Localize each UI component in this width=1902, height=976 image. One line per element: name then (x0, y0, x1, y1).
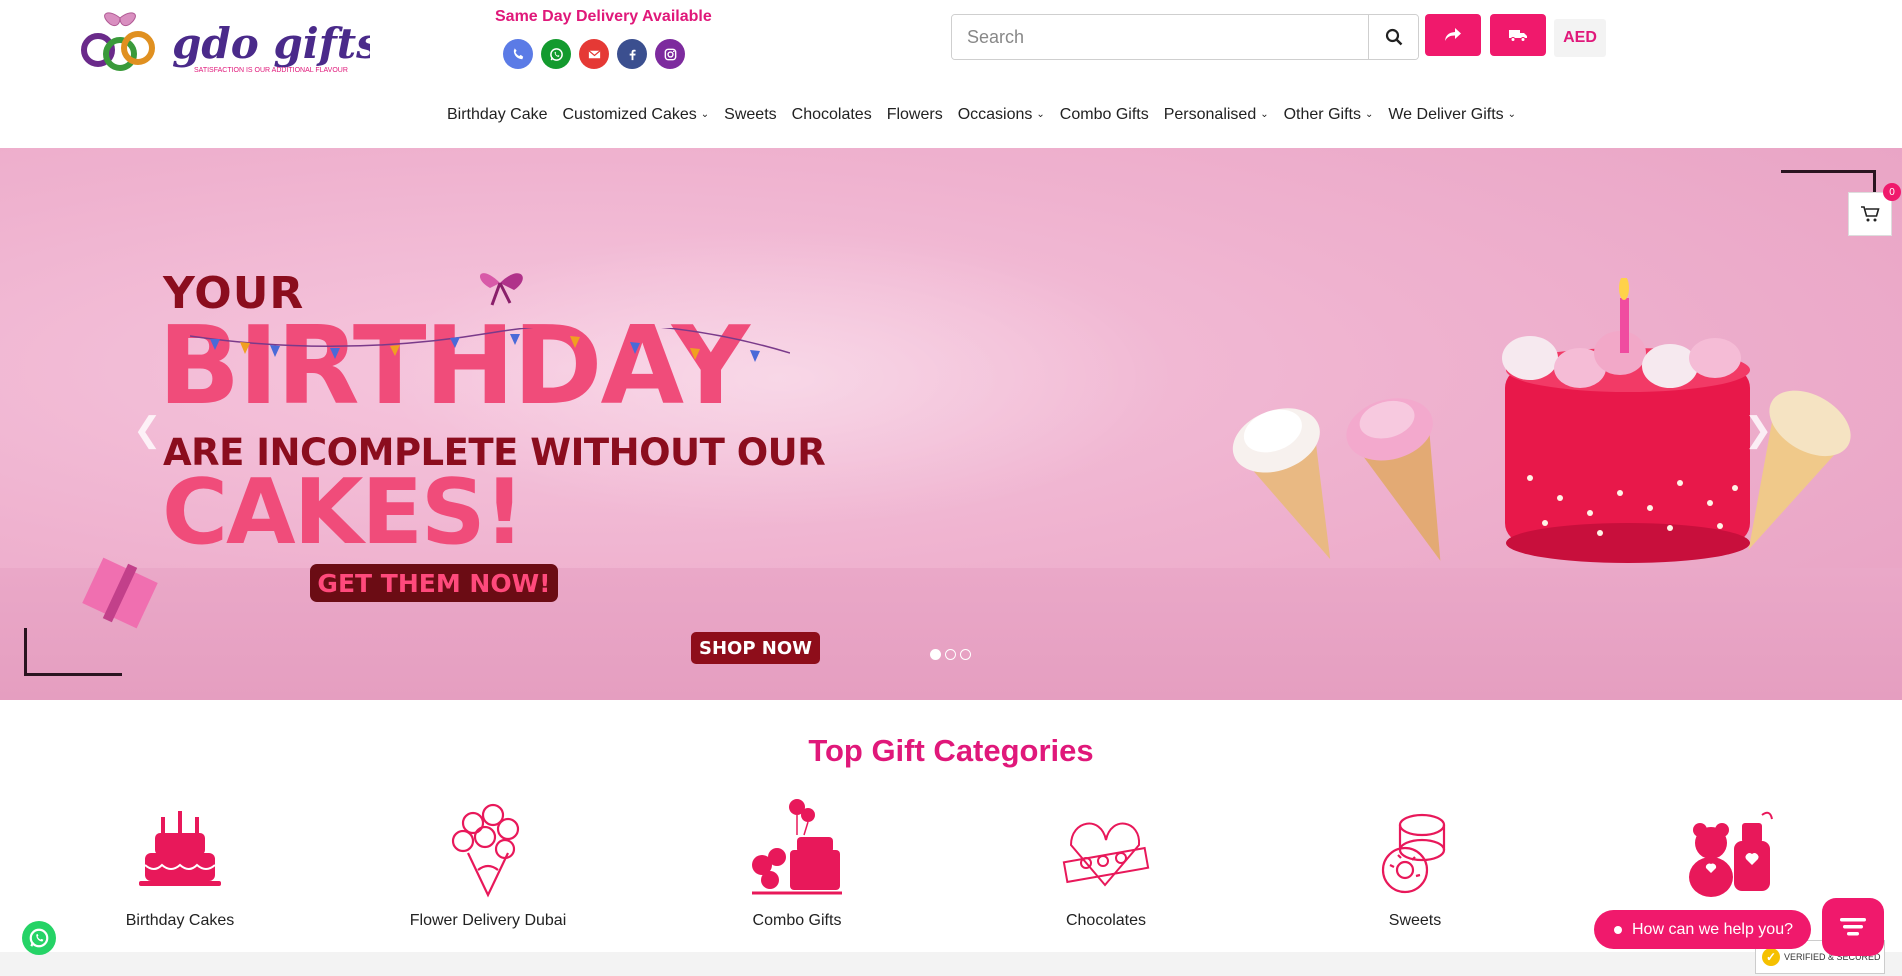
birthday-cake-icon (139, 811, 221, 886)
whatsapp-icon (29, 928, 49, 948)
instagram-icon[interactable] (655, 39, 685, 69)
footer-strip (0, 952, 1902, 976)
same-day-delivery-note: Same Day Delivery Available (495, 8, 712, 25)
hero-banner[interactable]: YOUR BIRTHDAY ARE INCOMPLETE WITHOUT OUR… (0, 148, 1902, 700)
category-sweets[interactable]: Sweets (1305, 795, 1525, 930)
shop-now-button[interactable]: SHOP NOW (691, 632, 820, 664)
search-input[interactable] (952, 15, 1368, 59)
search-button[interactable] (1368, 15, 1418, 59)
get-them-now-button[interactable]: GET THEM NOW! (310, 564, 558, 602)
share-arrow-icon (1445, 28, 1461, 41)
search-icon (1385, 28, 1402, 46)
menu-icon (1840, 918, 1866, 936)
flower-bouquet-icon (451, 803, 520, 898)
chevron-down-icon: ⌄ (1364, 108, 1374, 120)
hero-line-cakes: CAKES! (162, 460, 525, 565)
truck-icon (1509, 30, 1527, 42)
bunting-decoration (190, 328, 790, 362)
category-label: Sweets (1388, 912, 1442, 929)
category-combo-gifts[interactable]: Combo Gifts (687, 795, 907, 930)
nav-flowers[interactable]: Flowers (887, 106, 943, 124)
currency-selector[interactable]: AED (1554, 19, 1606, 57)
nav-we-deliver-gifts[interactable]: We Deliver Gifts ⌄ (1388, 106, 1516, 124)
frame-bracket-top (1781, 170, 1876, 194)
search-bar (951, 14, 1419, 60)
category-label: Chocolates (1065, 912, 1147, 929)
logo-tagline: SATISFACTION IS OUR ADDITIONAL FLAVOUR (194, 67, 348, 74)
category-chocolates[interactable]: Chocolates (996, 795, 1216, 930)
site-header: gdo gifts SATISFACTION IS OUR ADDITIONAL… (0, 0, 1902, 148)
whatsapp-icon[interactable] (541, 39, 571, 69)
chat-menu-button[interactable] (1822, 898, 1884, 956)
cake-illustration (1232, 278, 1851, 563)
carousel-dot-2[interactable] (945, 649, 956, 660)
cart-icon (1861, 206, 1880, 222)
nav-combo-gifts[interactable]: Combo Gifts (1060, 106, 1149, 124)
nav-customized-cakes[interactable]: Customized Cakes ⌄ (563, 106, 710, 124)
ribbon-decoration (479, 273, 523, 306)
cart-count-badge: 0 (1883, 183, 1901, 201)
social-links (503, 39, 685, 69)
combo-gift-icon (752, 799, 842, 895)
nav-sweets[interactable]: Sweets (724, 106, 776, 124)
checkmark-icon: ✓ (1762, 948, 1780, 966)
nav-birthday-cake[interactable]: Birthday Cake (447, 106, 548, 124)
carousel-dot-3[interactable] (960, 649, 971, 660)
carousel-next-arrow[interactable]: ❯ (1744, 410, 1773, 450)
carousel-dots (930, 649, 971, 660)
whatsapp-float-button[interactable] (22, 921, 56, 955)
logo-text: gdo gifts (172, 19, 370, 68)
category-label: Combo Gifts (752, 912, 842, 929)
category-flower-delivery[interactable]: Flower Delivery Dubai (378, 795, 598, 930)
sweets-icon (1381, 813, 1446, 894)
category-label: Flower Delivery Dubai (409, 912, 567, 929)
nav-occasions[interactable]: Occasions ⌄ (958, 106, 1045, 124)
chat-help-button[interactable]: How can we help you? (1594, 910, 1811, 949)
phone-icon[interactable] (503, 39, 533, 69)
email-icon[interactable] (579, 39, 609, 69)
logo[interactable]: gdo gifts SATISFACTION IS OUR ADDITIONAL… (80, 4, 380, 82)
chevron-down-icon: ⌄ (700, 108, 710, 120)
chevron-down-icon: ⌄ (1260, 108, 1269, 120)
nav-chocolates[interactable]: Chocolates (792, 106, 872, 124)
track-order-button[interactable] (1490, 14, 1546, 56)
teddy-gift-icon (1689, 811, 1773, 897)
share-button[interactable] (1425, 14, 1481, 56)
category-birthday-cakes[interactable]: Birthday Cakes (70, 795, 290, 930)
main-nav: Birthday Cake Customized Cakes ⌄ Sweets C… (447, 106, 1516, 124)
hero-floor (0, 568, 1902, 700)
category-label: Birthday Cakes (125, 912, 235, 929)
facebook-icon[interactable] (617, 39, 647, 69)
category-gifts-more[interactable] (1615, 795, 1835, 912)
carousel-dot-1[interactable] (930, 649, 941, 660)
chevron-down-icon: ⌄ (1507, 108, 1517, 120)
chat-help-text: How can we help you? (1632, 920, 1793, 938)
nav-personalised[interactable]: Personalised ⌄ (1164, 106, 1269, 124)
chevron-down-icon: ⌄ (1036, 108, 1045, 120)
online-dot-icon (1614, 925, 1622, 934)
nav-other-gifts[interactable]: Other Gifts ⌄ (1284, 106, 1374, 124)
carousel-prev-arrow[interactable]: ❮ (133, 410, 162, 450)
top-gift-categories-title: Top Gift Categories (808, 733, 1094, 768)
chocolate-box-icon (1062, 822, 1150, 887)
